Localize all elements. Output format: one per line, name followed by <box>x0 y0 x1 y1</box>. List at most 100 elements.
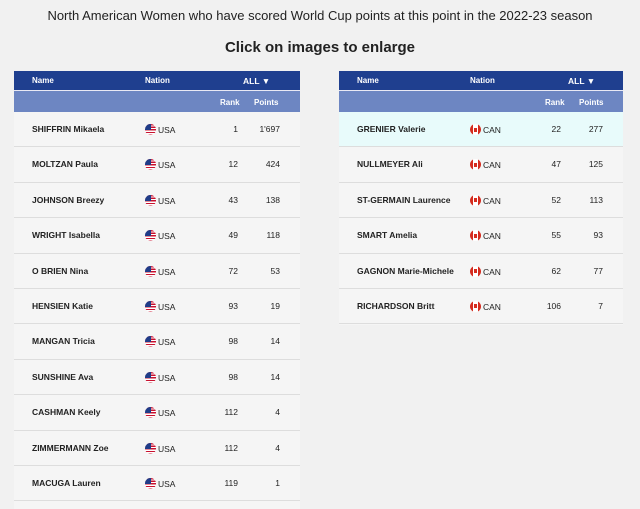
column-header-rank[interactable]: Rank <box>545 98 565 107</box>
nation-code: CAN <box>483 301 501 312</box>
athlete-name[interactable]: RICHARDSON Britt <box>357 301 434 311</box>
table-row[interactable]: RICHARDSON Britt CAN 106 7 <box>339 288 623 325</box>
column-header-name[interactable]: Name <box>32 76 54 85</box>
column-header-points[interactable]: Points <box>579 98 603 107</box>
points-cell: 4 <box>275 442 280 453</box>
usa-flag-icon <box>145 230 156 242</box>
table-row[interactable]: NULLMEYER Ali CAN 47 125 <box>339 147 623 183</box>
athlete-name[interactable]: GRENIER Valerie <box>357 124 426 134</box>
rank-cell: 47 <box>551 159 561 170</box>
filter-dropdown[interactable]: ALL ▼ <box>243 76 270 86</box>
athlete-name[interactable]: CASHMAN Keely <box>32 407 101 417</box>
table-row[interactable]: MOLTZAN Paula USA 12 424 <box>14 147 300 183</box>
table-row[interactable]: SHIFFRIN Mikaela USA 1 1'697 <box>14 112 300 148</box>
usa-flag-icon <box>145 159 156 171</box>
points-cell: 77 <box>593 265 603 276</box>
column-header-name[interactable]: Name <box>357 76 379 85</box>
athlete-name[interactable]: SMART Amelia <box>357 230 417 240</box>
can-flag-icon <box>470 300 481 312</box>
rank-cell: 55 <box>551 230 561 241</box>
usa-results-table: Name Nation ALL ▼ Rank Points SHIFFRIN M… <box>14 71 300 509</box>
nation-code: USA <box>158 301 176 312</box>
can-results-table: Name Nation ALL ▼ Rank Points GRENIER Va… <box>339 71 623 325</box>
column-header-nation[interactable]: Nation <box>470 76 495 85</box>
athlete-name[interactable]: MACUGA Lauren <box>32 478 101 488</box>
table-row[interactable]: GRENIER Valerie CAN 22 277 <box>339 112 623 148</box>
can-flag-icon <box>470 124 481 135</box>
rank-cell: 93 <box>228 300 238 311</box>
points-cell: 1 <box>275 477 280 488</box>
table-row[interactable]: ZIMMERMANN Zoe USA 112 4 <box>14 430 300 466</box>
usa-flag-icon <box>145 336 156 348</box>
column-header-nation[interactable]: Nation <box>145 76 170 85</box>
rank-cell: 112 <box>224 442 238 453</box>
page-title: North American Women who have scored Wor… <box>47 8 593 23</box>
athlete-name[interactable]: SHIFFRIN Mikaela <box>32 124 104 134</box>
nation-code: CAN <box>483 266 501 277</box>
nation-code: CAN <box>483 195 501 206</box>
table-row[interactable]: MACUGA Lauren USA 119 1 <box>14 465 300 502</box>
nation-code: USA <box>158 478 176 489</box>
table-row[interactable]: SUNSHINE Ava USA 98 14 <box>14 359 300 396</box>
points-cell: 14 <box>270 371 280 382</box>
nation-code: USA <box>158 231 176 242</box>
nation-cell: CAN <box>470 300 501 312</box>
rank-cell: 1 <box>233 124 238 134</box>
points-cell: 118 <box>266 230 280 241</box>
table-subheader: Rank Points <box>14 90 300 112</box>
rank-cell: 52 <box>551 194 561 205</box>
rank-cell: 98 <box>228 371 238 382</box>
table-row[interactable]: SMART Amelia CAN 55 93 <box>339 218 623 254</box>
can-flag-icon <box>470 230 481 242</box>
nation-code: USA <box>158 125 176 135</box>
rank-cell: 12 <box>228 159 238 170</box>
athlete-name[interactable]: MANGAN Tricia <box>32 336 95 346</box>
athlete-name[interactable]: HENSIEN Katie <box>32 301 93 311</box>
points-cell: 19 <box>270 300 280 311</box>
nation-code: USA <box>158 408 176 419</box>
rank-cell: 62 <box>551 265 561 276</box>
points-cell: 14 <box>270 336 280 347</box>
athlete-name[interactable]: SUNSHINE Ava <box>32 372 93 382</box>
usa-flag-icon <box>145 265 156 277</box>
table-row[interactable]: MANGAN Tricia USA 98 14 <box>14 324 300 360</box>
filter-dropdown[interactable]: ALL ▼ <box>568 76 595 86</box>
table-row[interactable]: JOHNSON Breezy USA 43 138 <box>14 182 300 219</box>
nation-code: CAN <box>483 231 501 242</box>
can-flag-icon <box>470 265 481 277</box>
table-row[interactable]: GAGNON Marie-Michele CAN 62 77 <box>339 253 623 289</box>
athlete-name[interactable]: ST-GERMAIN Laurence <box>357 195 451 205</box>
nation-code: USA <box>158 337 176 348</box>
athlete-name[interactable]: JOHNSON Breezy <box>32 195 104 205</box>
nation-cell: CAN <box>470 194 501 206</box>
nation-cell: USA <box>145 442 175 454</box>
usa-flag-icon <box>145 442 156 454</box>
athlete-name[interactable]: MOLTZAN Paula <box>32 159 98 169</box>
nation-cell: USA <box>145 300 176 312</box>
table-header: Name Nation ALL ▼ <box>339 71 623 90</box>
athlete-name[interactable]: WRIGHT Isabella <box>32 230 100 240</box>
page-subtitle: Click on images to enlarge <box>224 39 416 56</box>
column-header-rank[interactable]: Rank <box>220 98 240 107</box>
table-row[interactable]: O BRIEN Nina USA 72 53 <box>14 253 300 289</box>
points-cell: 93 <box>593 230 603 241</box>
nation-code: USA <box>158 372 176 383</box>
points-cell: 125 <box>588 159 603 170</box>
table-subheader: Rank Points <box>339 90 623 112</box>
athlete-name[interactable]: NULLMEYER Ali <box>357 159 423 169</box>
table-row[interactable]: WRIGHT Isabella USA 49 118 <box>14 218 300 254</box>
can-flag-icon <box>470 159 481 171</box>
athlete-name[interactable]: O BRIEN Nina <box>32 266 88 276</box>
points-cell: 53 <box>270 265 280 276</box>
athlete-name[interactable]: GAGNON Marie-Michele <box>357 266 454 276</box>
usa-flag-icon <box>145 124 156 135</box>
table-row[interactable]: CASHMAN Keely USA 112 4 <box>14 395 300 431</box>
nation-cell: USA <box>145 336 176 348</box>
nation-code: CAN <box>483 125 501 135</box>
athlete-name[interactable]: ZIMMERMANN Zoe <box>32 443 109 453</box>
table-row[interactable]: ST-GERMAIN Laurence CAN 52 113 <box>339 182 623 219</box>
table-row[interactable]: HENSIEN Katie USA 93 19 <box>14 288 300 325</box>
table-body: GRENIER Valerie CAN 22 277 NULLMEYER Ali CAN 4… <box>339 112 623 325</box>
column-header-points[interactable]: Points <box>254 98 278 107</box>
nation-code: USA <box>158 195 176 206</box>
